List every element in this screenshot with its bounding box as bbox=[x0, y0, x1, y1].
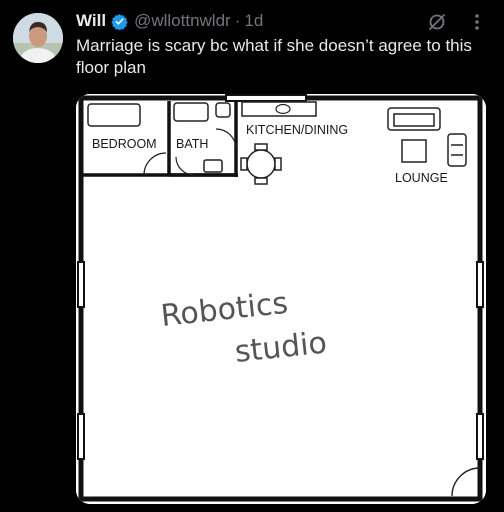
sofa bbox=[387, 107, 441, 131]
timestamp[interactable]: 1d bbox=[244, 11, 263, 31]
tweet-text: Marriage is scary bc what if she doesn’t… bbox=[76, 36, 472, 77]
tweet-media-image[interactable]: BEDROOM BATH KITCHEN/DINING LOUNGE Robot… bbox=[76, 94, 486, 504]
more-options-icon[interactable] bbox=[471, 12, 483, 37]
author-name[interactable]: Will bbox=[76, 11, 106, 31]
avatar[interactable] bbox=[13, 13, 63, 63]
room-label-bedroom: BEDROOM bbox=[92, 137, 157, 151]
room-label-kitchen: KITCHEN/DINING bbox=[246, 123, 348, 137]
armchair bbox=[447, 133, 467, 167]
author-handle[interactable]: @wllottnwldr bbox=[134, 11, 231, 31]
tweet-header: Will @wllottnwldr · 1d bbox=[76, 10, 263, 32]
separator-dot: · bbox=[234, 11, 241, 30]
room-label-bath: BATH bbox=[176, 137, 208, 151]
coffee-table bbox=[401, 139, 427, 163]
grok-icon[interactable] bbox=[427, 12, 447, 37]
sink bbox=[203, 159, 223, 173]
floor-plan: BEDROOM BATH KITCHEN/DINING LOUNGE Robot… bbox=[76, 94, 486, 504]
room-label-lounge: LOUNGE bbox=[395, 171, 448, 185]
verified-badge-icon bbox=[111, 13, 128, 30]
toilet bbox=[215, 102, 231, 118]
bed bbox=[87, 103, 141, 127]
avatar-image bbox=[13, 13, 63, 63]
bathtub bbox=[173, 102, 209, 122]
